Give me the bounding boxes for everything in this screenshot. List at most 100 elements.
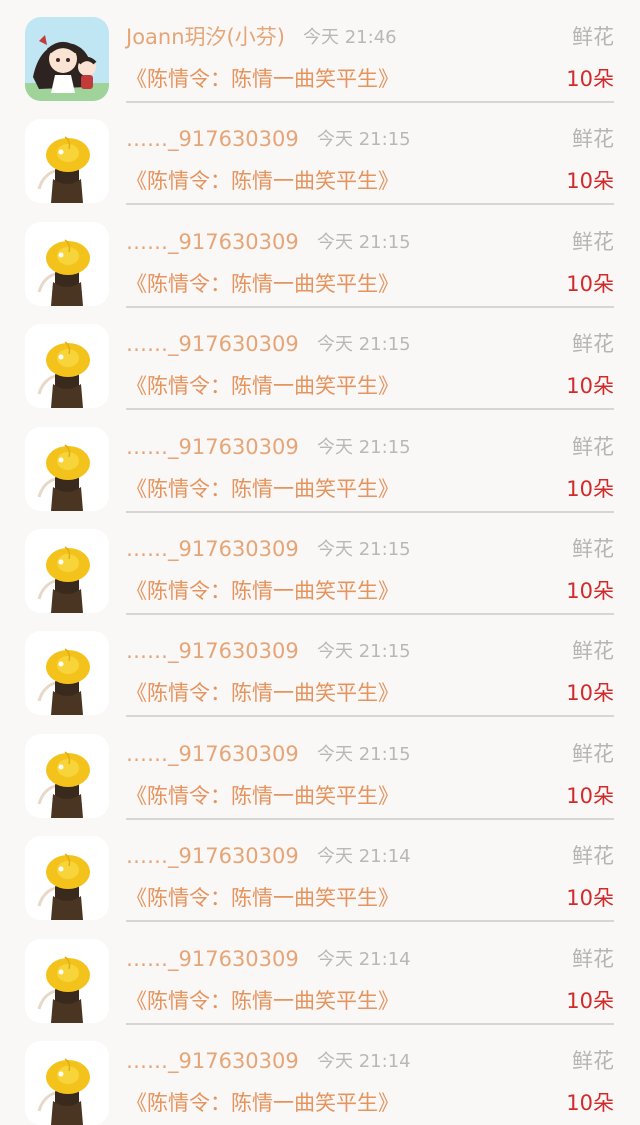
username[interactable]: ……_917630309 <box>126 841 299 871</box>
book-title[interactable]: 《陈情令：陈情一曲笑平生》 <box>126 781 399 811</box>
gift-record-row[interactable]: ……_917630309 今天 21:15 鲜花 《陈情令：陈情一曲笑平生》 1… <box>0 717 640 820</box>
yellow-hat-girl-avatar-image <box>25 836 109 920</box>
avatar-yellow-hat-girl[interactable] <box>25 222 109 306</box>
yellow-hat-girl-avatar-image <box>25 119 109 203</box>
avatar-yellow-hat-girl[interactable] <box>25 939 109 1023</box>
username[interactable]: ……_917630309 <box>126 944 299 974</box>
username[interactable]: ……_917630309 <box>126 329 299 359</box>
row-content: ……_917630309 今天 21:15 鲜花 《陈情令：陈情一曲笑平生》 1… <box>126 512 614 615</box>
book-title[interactable]: 《陈情令：陈情一曲笑平生》 <box>126 1088 399 1118</box>
book-title[interactable]: 《陈情令：陈情一曲笑平生》 <box>126 269 399 299</box>
avatar-yellow-hat-girl[interactable] <box>25 734 109 818</box>
gift-amount: 10朵 <box>566 374 614 398</box>
row-content: ……_917630309 今天 21:15 鲜花 《陈情令：陈情一曲笑平生》 1… <box>126 614 614 717</box>
timestamp: 今天 21:14 <box>317 846 411 867</box>
username[interactable]: ……_917630309 <box>126 739 299 769</box>
gift-type-label: 鲜花 <box>572 435 614 459</box>
timestamp: 今天 21:15 <box>317 129 411 150</box>
gift-type-label: 鲜花 <box>572 742 614 766</box>
book-title[interactable]: 《陈情令：陈情一曲笑平生》 <box>126 64 399 94</box>
gift-type-label: 鲜花 <box>572 127 614 151</box>
book-title[interactable]: 《陈情令：陈情一曲笑平生》 <box>126 986 399 1016</box>
gift-amount: 10朵 <box>566 784 614 808</box>
username[interactable]: ……_917630309 <box>126 432 299 462</box>
row-content: ……_917630309 今天 21:15 鲜花 《陈情令：陈情一曲笑平生》 1… <box>126 102 614 205</box>
username[interactable]: Joann玥汐(小芬) <box>126 22 285 52</box>
row-content: ……_917630309 今天 21:14 鲜花 《陈情令：陈情一曲笑平生》 1… <box>126 922 614 1025</box>
yellow-hat-girl-avatar-image <box>25 631 109 715</box>
gift-amount: 10朵 <box>566 169 614 193</box>
gift-type-label: 鲜花 <box>572 332 614 356</box>
gift-amount: 10朵 <box>566 272 614 296</box>
book-title[interactable]: 《陈情令：陈情一曲笑平生》 <box>126 678 399 708</box>
avatar-yellow-hat-girl[interactable] <box>25 324 109 408</box>
username[interactable]: ……_917630309 <box>126 227 299 257</box>
avatar-yellow-hat-girl[interactable] <box>25 836 109 920</box>
avatar-yellow-hat-girl[interactable] <box>25 1041 109 1125</box>
gift-type-label: 鲜花 <box>572 230 614 254</box>
timestamp: 今天 21:15 <box>317 334 411 355</box>
gift-amount: 10朵 <box>566 681 614 705</box>
yellow-hat-girl-avatar-image <box>25 222 109 306</box>
gift-type-label: 鲜花 <box>572 537 614 561</box>
gift-type-label: 鲜花 <box>572 639 614 663</box>
gift-record-row[interactable]: ……_917630309 今天 21:14 鲜花 《陈情令：陈情一曲笑平生》 1… <box>0 922 640 1025</box>
username[interactable]: ……_917630309 <box>126 534 299 564</box>
gift-record-row[interactable]: ……_917630309 今天 21:15 鲜花 《陈情令：陈情一曲笑平生》 1… <box>0 614 640 717</box>
username[interactable]: ……_917630309 <box>126 1046 299 1076</box>
timestamp: 今天 21:15 <box>317 539 411 560</box>
username[interactable]: ……_917630309 <box>126 124 299 154</box>
row-content: Joann玥汐(小芬) 今天 21:46 鲜花 《陈情令：陈情一曲笑平生》 10… <box>126 0 614 103</box>
anime-chibi-avatar-image <box>25 17 109 101</box>
book-title[interactable]: 《陈情令：陈情一曲笑平生》 <box>126 474 399 504</box>
avatar-anime-chibi[interactable] <box>25 17 109 101</box>
gift-record-row[interactable]: ……_917630309 今天 21:14 鲜花 《陈情令：陈情一曲笑平生》 1… <box>0 1024 640 1125</box>
gift-record-row[interactable]: ……_917630309 今天 21:15 鲜花 《陈情令：陈情一曲笑平生》 1… <box>0 205 640 308</box>
yellow-hat-girl-avatar-image <box>25 427 109 511</box>
gift-type-label: 鲜花 <box>572 1049 614 1073</box>
gift-record-list: Joann玥汐(小芬) 今天 21:46 鲜花 《陈情令：陈情一曲笑平生》 10… <box>0 0 640 1125</box>
avatar-yellow-hat-girl[interactable] <box>25 631 109 715</box>
gift-record-row[interactable]: ……_917630309 今天 21:14 鲜花 《陈情令：陈情一曲笑平生》 1… <box>0 819 640 922</box>
yellow-hat-girl-avatar-image <box>25 529 109 613</box>
book-title[interactable]: 《陈情令：陈情一曲笑平生》 <box>126 576 399 606</box>
gift-type-label: 鲜花 <box>572 844 614 868</box>
yellow-hat-girl-avatar-image <box>25 1041 109 1125</box>
row-content: ……_917630309 今天 21:15 鲜花 《陈情令：陈情一曲笑平生》 1… <box>126 205 614 308</box>
gift-record-row[interactable]: Joann玥汐(小芬) 今天 21:46 鲜花 《陈情令：陈情一曲笑平生》 10… <box>0 0 640 103</box>
gift-amount: 10朵 <box>566 886 614 910</box>
gift-type-label: 鲜花 <box>572 25 614 49</box>
row-content: ……_917630309 今天 21:15 鲜花 《陈情令：陈情一曲笑平生》 1… <box>126 307 614 410</box>
yellow-hat-girl-avatar-image <box>25 324 109 408</box>
avatar-yellow-hat-girl[interactable] <box>25 119 109 203</box>
timestamp: 今天 21:15 <box>317 744 411 765</box>
timestamp: 今天 21:15 <box>317 437 411 458</box>
gift-record-row[interactable]: ……_917630309 今天 21:15 鲜花 《陈情令：陈情一曲笑平生》 1… <box>0 410 640 513</box>
gift-record-row[interactable]: ……_917630309 今天 21:15 鲜花 《陈情令：陈情一曲笑平生》 1… <box>0 512 640 615</box>
gift-amount: 10朵 <box>566 67 614 91</box>
timestamp: 今天 21:15 <box>317 232 411 253</box>
gift-record-row[interactable]: ……_917630309 今天 21:15 鲜花 《陈情令：陈情一曲笑平生》 1… <box>0 307 640 410</box>
row-content: ……_917630309 今天 21:15 鲜花 《陈情令：陈情一曲笑平生》 1… <box>126 717 614 820</box>
book-title[interactable]: 《陈情令：陈情一曲笑平生》 <box>126 166 399 196</box>
book-title[interactable]: 《陈情令：陈情一曲笑平生》 <box>126 371 399 401</box>
timestamp: 今天 21:15 <box>317 641 411 662</box>
gift-amount: 10朵 <box>566 989 614 1013</box>
avatar-yellow-hat-girl[interactable] <box>25 529 109 613</box>
timestamp: 今天 21:14 <box>317 949 411 970</box>
gift-amount: 10朵 <box>566 579 614 603</box>
yellow-hat-girl-avatar-image <box>25 939 109 1023</box>
timestamp: 今天 21:14 <box>317 1051 411 1072</box>
timestamp: 今天 21:46 <box>303 27 397 48</box>
book-title[interactable]: 《陈情令：陈情一曲笑平生》 <box>126 883 399 913</box>
gift-record-row[interactable]: ……_917630309 今天 21:15 鲜花 《陈情令：陈情一曲笑平生》 1… <box>0 102 640 205</box>
gift-amount: 10朵 <box>566 477 614 501</box>
username[interactable]: ……_917630309 <box>126 636 299 666</box>
gift-type-label: 鲜花 <box>572 947 614 971</box>
avatar-yellow-hat-girl[interactable] <box>25 427 109 511</box>
row-content: ……_917630309 今天 21:15 鲜花 《陈情令：陈情一曲笑平生》 1… <box>126 410 614 513</box>
yellow-hat-girl-avatar-image <box>25 734 109 818</box>
row-content: ……_917630309 今天 21:14 鲜花 《陈情令：陈情一曲笑平生》 1… <box>126 1024 614 1125</box>
row-content: ……_917630309 今天 21:14 鲜花 《陈情令：陈情一曲笑平生》 1… <box>126 819 614 922</box>
gift-amount: 10朵 <box>566 1091 614 1115</box>
